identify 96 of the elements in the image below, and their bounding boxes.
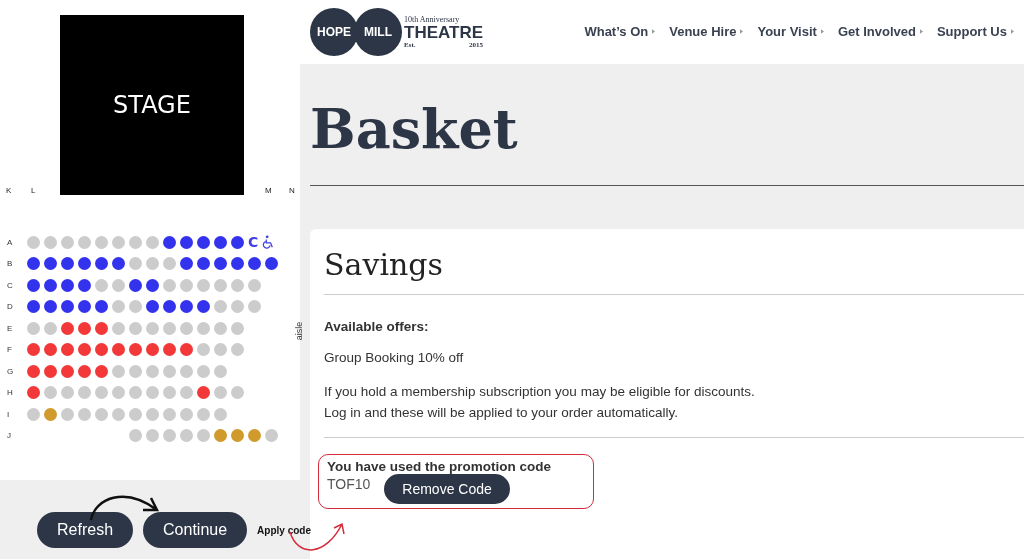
seat[interactable] <box>95 343 108 356</box>
seat[interactable] <box>61 343 74 356</box>
nav-link[interactable]: Your Visit <box>757 24 824 40</box>
seat[interactable] <box>129 278 142 292</box>
seat[interactable] <box>146 343 159 356</box>
seat[interactable] <box>61 364 74 378</box>
seat[interactable] <box>78 257 91 270</box>
seat[interactable] <box>78 300 91 313</box>
remove-code-button[interactable]: Remove Code <box>384 474 510 504</box>
nav-link[interactable]: Support Us <box>936 24 1014 40</box>
seat[interactable] <box>163 343 176 356</box>
caret-icon <box>1011 29 1014 35</box>
seat[interactable] <box>95 364 108 378</box>
seat[interactable] <box>180 257 193 270</box>
seat[interactable] <box>44 300 57 313</box>
logo-text: HOPE <box>317 24 351 39</box>
row-label: I <box>6 409 11 419</box>
row-label: G <box>6 366 15 376</box>
seat[interactable] <box>180 300 193 313</box>
seat[interactable] <box>44 257 57 270</box>
seat[interactable] <box>197 300 210 313</box>
seat[interactable] <box>265 257 278 270</box>
section-label: M <box>265 186 272 195</box>
continue-button[interactable]: Continue <box>143 512 248 548</box>
seat[interactable] <box>78 343 91 356</box>
seat[interactable] <box>44 343 57 356</box>
seat[interactable] <box>61 278 74 292</box>
info-text: Log in and these will be applied to your order automatically. <box>324 404 679 422</box>
seat[interactable] <box>146 278 159 292</box>
seat[interactable] <box>61 300 74 313</box>
section-label: L <box>31 186 36 195</box>
seat[interactable] <box>27 300 40 313</box>
page-title: Basket <box>310 63 1024 186</box>
row-label: A <box>6 237 14 247</box>
row-label: F <box>6 345 13 354</box>
seat[interactable] <box>95 300 108 313</box>
section-label: N <box>289 186 295 195</box>
wheelchair-icon[interactable] <box>262 235 275 249</box>
seat[interactable] <box>27 364 40 378</box>
seat[interactable] <box>163 300 176 313</box>
caret-icon <box>820 29 824 35</box>
seat[interactable] <box>248 257 261 270</box>
stage-label: STAGE <box>113 91 191 119</box>
row-label: C <box>6 280 14 290</box>
offers-heading: Available offers: <box>324 319 430 334</box>
seat[interactable] <box>78 278 91 292</box>
seat[interactable] <box>231 257 244 270</box>
seat[interactable] <box>61 257 74 270</box>
seat[interactable] <box>180 235 193 249</box>
seat[interactable] <box>44 278 57 292</box>
seat[interactable] <box>231 235 244 249</box>
caret-icon <box>652 29 656 35</box>
seat[interactable] <box>197 235 210 249</box>
offer-text: Group Booking 10% off <box>324 350 465 365</box>
row-label: J <box>6 431 12 440</box>
seat[interactable] <box>197 386 210 399</box>
info-text: If you hold a membership subscription you may be eligible for discounts. <box>324 383 756 401</box>
seat[interactable] <box>78 321 91 335</box>
nav-link[interactable]: What’s On <box>584 24 656 40</box>
section-title: Savings <box>324 229 1024 295</box>
seat[interactable] <box>180 343 193 356</box>
seat[interactable] <box>163 235 176 249</box>
seat[interactable] <box>27 257 40 270</box>
promo-code: TOF10 <box>327 476 371 494</box>
logo-text: THEATRE <box>404 23 483 41</box>
seat[interactable] <box>27 278 40 292</box>
section-label: K <box>6 186 12 195</box>
logo-text: MILL <box>364 24 392 39</box>
companion-seat-mark[interactable]: C <box>248 234 259 250</box>
nav-link[interactable]: Venue Hire <box>669 24 744 40</box>
seat[interactable] <box>95 257 108 270</box>
seat[interactable] <box>61 321 74 335</box>
seat[interactable] <box>146 300 159 313</box>
row-label: H <box>6 388 14 397</box>
seat[interactable] <box>95 321 108 335</box>
seat[interactable] <box>44 364 57 378</box>
annotation-label: Apply code <box>257 524 311 536</box>
nav-link[interactable]: Get Involved <box>837 24 923 40</box>
seat[interactable] <box>112 257 125 270</box>
row-label: D <box>6 302 14 311</box>
row-label: E <box>6 323 14 333</box>
logo-tagline: 10th Anniversary <box>404 14 461 24</box>
caret-icon <box>740 29 744 35</box>
seat[interactable] <box>27 386 40 399</box>
refresh-button[interactable]: Refresh <box>37 512 134 548</box>
seat[interactable] <box>214 235 227 249</box>
seat[interactable] <box>214 257 227 270</box>
row-label: B <box>6 259 14 268</box>
seat[interactable] <box>78 364 91 378</box>
seat[interactable] <box>112 343 125 356</box>
seat[interactable] <box>129 343 142 356</box>
aisle-label: aisle <box>294 321 305 341</box>
seat[interactable] <box>27 343 40 356</box>
caret-icon <box>919 29 923 35</box>
seat[interactable] <box>197 257 210 270</box>
promo-message: You have used the promotion code <box>327 459 553 474</box>
